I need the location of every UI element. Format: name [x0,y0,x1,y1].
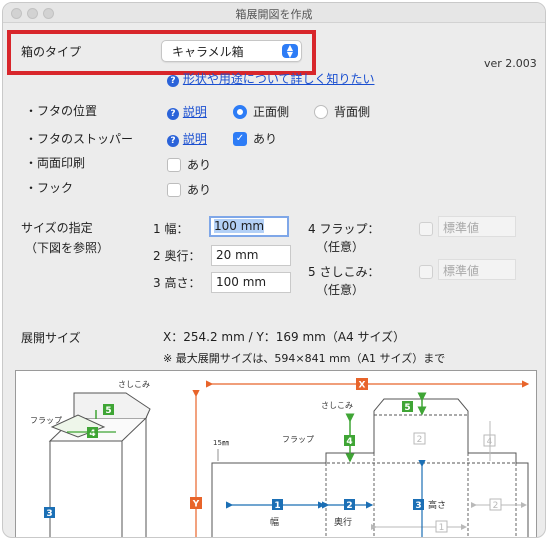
box-type-value: キャラメル箱 [172,45,244,59]
diagram-height-label: 高さ [428,499,446,511]
box-net-fold-lines [212,414,528,537]
size-sublabel: （下図を参照） [25,241,110,255]
flap-label: 4 フラップ： [308,222,380,236]
lid-front-label: 正面側 [253,105,290,119]
diagram-flap-label: フラップ [282,435,314,444]
y-badge-text: Y [192,500,200,510]
size-label: サイズの指定 [21,221,93,235]
flap-checkbox[interactable] [419,222,433,236]
shape-help-row: ? 形状や用途について詳しく知りたい [167,70,374,87]
width-label: 1 幅： [153,222,189,236]
lid-stopper-checkbox[interactable]: ✓ [233,132,247,146]
diagram-depth-label: 奥行 [334,516,352,528]
lid-stopper-checkbox-label: あり [253,132,278,146]
height-input[interactable]: 100 mm [211,272,291,293]
badge-5-text: 5 [404,403,410,413]
help-icon: ? [167,135,179,147]
help-icon: ? [167,75,179,87]
depth-value: 20 mm [216,248,259,262]
box-3d-illustration [48,392,151,537]
unfold-size-label: 展開サイズ [21,331,81,345]
title-bar: 箱展開図を作成 [3,3,545,23]
width-value: 100 mm [214,219,265,233]
badge-4-left-text: 4 [89,429,95,439]
tuck-checkbox[interactable] [419,265,433,279]
shape-help-link[interactable]: 形状や用途について詳しく知りたい [183,72,375,86]
diagram-15mm-label: 15㎜ [213,439,229,447]
depth-input[interactable]: 20 mm [211,245,291,266]
tuck-input[interactable]: 標準値 [438,259,516,280]
lid-stopper-label: ・フタのストッパー [25,132,134,146]
x-badge-text: X [359,381,366,391]
lid-back-label: 背面側 [334,105,371,119]
hook-checkbox-label: あり [187,183,212,197]
diagram-flap-label-left: フラップ [30,416,62,425]
box-diagram-svg: さしこみ フラップ 5 4 3 X Y さしこみ フラップ 15㎜ 5 4 2 … [30,378,530,537]
diagram-tuck-label-left: さしこみ [118,380,150,389]
badge-2-ghost-text: 2 [417,435,423,445]
width-input[interactable]: 100 mm [209,216,289,237]
lid-front-radio[interactable] [233,105,247,119]
hook-checkbox[interactable] [167,183,181,197]
app-window: 箱展開図を作成 箱のタイプ キャラメル箱 ▲ ▼ ? 形状や用途について詳しく知り… [2,2,546,538]
box-diagram: さしこみ フラップ 5 4 3 X Y さしこみ フラップ 15㎜ 5 4 2 … [15,370,537,537]
badge-1-text: 1 [274,501,280,511]
lid-stopper-help-link[interactable]: 説明 [183,132,207,146]
diagram-tuck-label: さしこみ [321,401,353,410]
badge-5-left-text: 5 [105,406,111,416]
tuck-placeholder: 標準値 [443,264,480,278]
badge-1-ghost-text: 1 [439,523,445,533]
unfold-size-value: X：254.2 mm / Y：169 mm（A4 サイズ） [163,330,406,344]
badge-2-ghost-right-text: 2 [493,501,499,511]
lid-position-help[interactable]: ? 説明 [167,103,207,120]
select-stepper-icon: ▲ ▼ [282,44,298,59]
depth-label: 2 奥行： [153,249,201,263]
tuck-sublabel: （任意） [316,283,365,297]
double-print-checkbox-label: あり [187,158,212,172]
diagram-width-label: 幅 [270,516,279,528]
height-label: 3 高さ： [153,276,201,290]
window-title: 箱展開図を作成 [235,8,313,21]
badge-3-text: 3 [415,501,421,511]
badge-3-left-text: 3 [46,509,52,519]
lid-stopper-help[interactable]: ? 説明 [167,130,207,147]
box-type-label: 箱のタイプ [21,45,82,59]
tuck-label: 5 さしこみ： [308,265,380,279]
hook-label: ・フック [25,181,74,195]
flap-input[interactable]: 標準値 [438,216,516,237]
double-print-label: ・両面印刷 [25,156,86,170]
lid-position-help-link[interactable]: 説明 [183,105,207,119]
lid-position-label: ・フタの位置 [25,104,98,118]
badge-4-text: 4 [346,437,352,447]
badge-4-ghost-text: 4 [487,437,493,447]
help-icon: ? [167,108,179,120]
height-value: 100 mm [216,275,267,289]
flap-placeholder: 標準値 [443,221,480,235]
lid-back-radio[interactable] [314,105,328,119]
badge-2-text: 2 [346,501,352,511]
flap-sublabel: （任意） [316,240,365,254]
double-print-checkbox[interactable] [167,158,181,172]
box-net-outline [211,398,529,537]
version-label: ver 2.003 [484,57,537,70]
unfold-size-note: ※ 最大展開サイズは、594×841 mm（A1 サイズ）まで [163,352,446,365]
box-type-select[interactable]: キャラメル箱 ▲ ▼ [161,40,302,62]
